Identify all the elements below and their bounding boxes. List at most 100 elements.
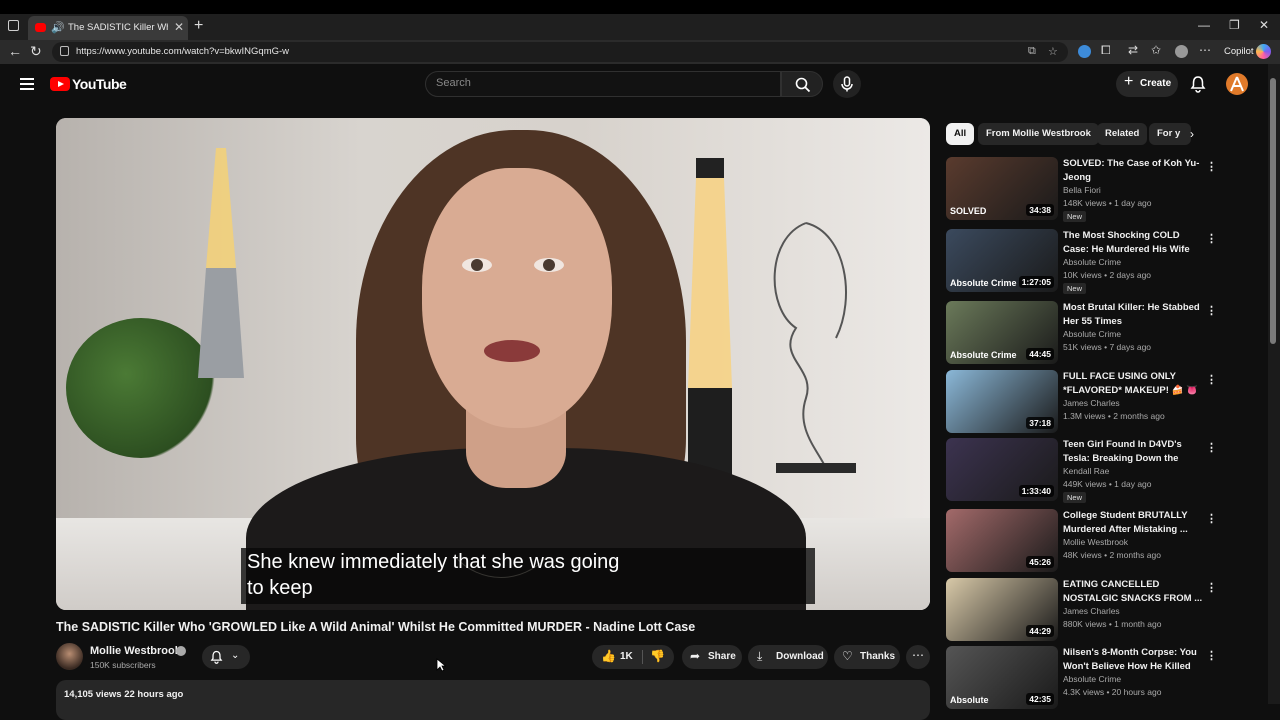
extension-icon[interactable] <box>1078 45 1091 58</box>
new-tab-icon[interactable]: + <box>194 17 203 35</box>
address-bar[interactable]: https://www.youtube.com/watch?v=bkwINGqm… <box>52 42 1068 62</box>
recommendation-item[interactable]: Absolute Crime 1:27:05 The Most Shocking C… <box>946 229 1226 295</box>
recommendation-item[interactable]: Absolute Crime 44:45 Most Brutal Killer: H… <box>946 301 1226 367</box>
chip-related[interactable]: Related <box>1097 123 1148 145</box>
reload-icon[interactable]: ↻ <box>30 43 42 60</box>
search-box[interactable] <box>425 71 781 97</box>
recommendation-title[interactable]: The Most Shocking COLD Case: He Murdered… <box>1063 229 1203 256</box>
recommendation-channel-name[interactable]: Mollie Westbrook <box>1063 537 1128 547</box>
description-box[interactable]: 14,105 views 22 hours ago <box>56 680 930 720</box>
more-vertical-icon[interactable]: ⋮ <box>1206 649 1217 662</box>
more-vertical-icon[interactable]: ⋮ <box>1206 304 1217 317</box>
copilot-label[interactable]: Copilot <box>1224 46 1254 57</box>
create-button[interactable]: + Create <box>1116 71 1178 97</box>
recommendation-channel-name[interactable]: Absolute Crime <box>1063 674 1121 684</box>
recommendation-channel-name[interactable]: Kendall Rae <box>1063 466 1109 476</box>
more-options-icon[interactable]: ⋯ <box>1199 43 1211 57</box>
recommendation-thumbnail[interactable]: 37:18 <box>946 370 1058 433</box>
download-button[interactable]: ⤓ Download <box>748 645 828 669</box>
recommendation-channel[interactable]: Absolute Crime <box>1063 329 1121 339</box>
profile-icon[interactable] <box>1175 45 1188 58</box>
recommendation-thumbnail[interactable]: Absolute Crime 1:27:05 <box>946 229 1058 292</box>
recommendation-thumbnail[interactable]: 44:29 <box>946 578 1058 641</box>
channel-name[interactable]: Mollie Westbrook <box>90 645 181 657</box>
video-player[interactable]: She knew immediately that she was going … <box>56 118 930 610</box>
hamburger-menu-icon[interactable] <box>20 78 34 90</box>
notifications-bell-icon[interactable] <box>1190 75 1206 93</box>
extensions-puzzle-icon[interactable]: ⧠ <box>1101 43 1111 58</box>
scrollbar-thumb[interactable] <box>1270 78 1276 344</box>
recommendation-channel[interactable]: Mollie Westbrook <box>1063 537 1128 547</box>
site-info-icon[interactable] <box>60 46 69 56</box>
recommendation-thumbnail[interactable]: Absolute 42:35 <box>946 646 1058 709</box>
recommendation-title[interactable]: Nilsen's 8-Month Corpse: You Won't Belie… <box>1063 646 1203 673</box>
more-vertical-icon[interactable]: ⋮ <box>1206 441 1217 454</box>
recommendation-channel[interactable]: Bella Fiori <box>1063 185 1101 195</box>
recommendation-title[interactable]: FULL FACE USING ONLY *FLAVORED* MAKEUP! … <box>1063 370 1203 397</box>
restore-icon[interactable]: ❐ <box>1229 18 1240 32</box>
recommendation-title[interactable]: EATING CANCELLED NOSTALGIC SNACKS FROM .… <box>1063 578 1203 605</box>
search-button[interactable] <box>781 71 823 97</box>
subscription-bell-button[interactable]: ⌄ <box>202 645 250 669</box>
thumbs-up-icon[interactable]: 👍 <box>601 649 616 663</box>
favorites-icon[interactable]: ✩ <box>1151 43 1161 57</box>
thumbs-down-icon[interactable]: 👎 <box>650 649 665 663</box>
scrollbar[interactable] <box>1268 64 1280 704</box>
recommendation-item[interactable]: Absolute 42:35 Nilsen's 8-Month Corpse: Yo… <box>946 646 1226 712</box>
audio-playing-icon[interactable]: 🔊 <box>51 21 65 34</box>
recommendation-channel[interactable]: James Charles <box>1063 606 1120 616</box>
youtube-logo-text[interactable]: YouTube <box>72 76 127 92</box>
recommendation-channel[interactable]: Kendall Rae <box>1063 466 1109 476</box>
minimize-icon[interactable]: — <box>1198 18 1210 32</box>
recommendation-channel-name[interactable]: James Charles <box>1063 606 1120 616</box>
favorite-star-icon[interactable]: ☆ <box>1048 45 1058 58</box>
more-vertical-icon[interactable]: ⋮ <box>1206 160 1217 173</box>
more-vertical-icon[interactable]: ⋮ <box>1206 581 1217 594</box>
tab-close-icon[interactable]: ✕ <box>174 20 184 34</box>
recommendation-item[interactable]: 44:29 EATING CANCELLED NOSTALGIC SNACKS F… <box>946 578 1226 644</box>
like-count[interactable]: 1K <box>620 651 633 662</box>
account-avatar[interactable] <box>1226 73 1248 95</box>
recommendation-channel[interactable]: James Charles <box>1063 398 1120 408</box>
recommendation-item[interactable]: 37:18 FULL FACE USING ONLY *FLAVORED* MAK… <box>946 370 1226 436</box>
recommendation-item[interactable]: 45:26 College Student BRUTALLY Murdered A… <box>946 509 1226 575</box>
recommendation-title[interactable]: College Student BRUTALLY Murdered After … <box>1063 509 1203 536</box>
recommendation-thumbnail[interactable]: Absolute Crime 44:45 <box>946 301 1058 364</box>
recommendation-title[interactable]: Teen Girl Found In D4VD's Tesla: Breakin… <box>1063 438 1203 465</box>
recommendation-channel[interactable]: Absolute Crime <box>1063 257 1121 267</box>
copilot-icon[interactable] <box>1256 44 1271 59</box>
thanks-button[interactable]: ♡ Thanks <box>834 645 900 669</box>
recommendation-title[interactable]: Most Brutal Killer: He Stabbed Her 55 Ti… <box>1063 301 1203 328</box>
back-icon[interactable]: ← <box>8 43 22 59</box>
search-input[interactable] <box>436 77 766 89</box>
more-actions-button[interactable]: ⋯ <box>906 645 930 669</box>
recommendation-thumbnail[interactable]: SOLVED 34:38 <box>946 157 1058 220</box>
recommendation-channel-name[interactable]: Bella Fiori <box>1063 185 1101 195</box>
youtube-logo-icon[interactable] <box>50 77 70 91</box>
url-text[interactable]: https://www.youtube.com/watch?v=bkwINGqm… <box>76 46 289 57</box>
window-menu-icon[interactable] <box>8 20 19 31</box>
chevron-right-icon[interactable]: › <box>1190 127 1194 141</box>
recommendation-thumbnail[interactable]: 1:33:40 <box>946 438 1058 501</box>
more-vertical-icon[interactable]: ⋮ <box>1206 232 1217 245</box>
chip-all[interactable]: All <box>946 123 975 145</box>
recommendation-channel-name[interactable]: James Charles <box>1063 398 1120 408</box>
recommendation-item[interactable]: 1:33:40 Teen Girl Found In D4VD's Tesla: … <box>946 438 1226 504</box>
browser-tab[interactable]: 🔊 The SADISTIC Killer Who 'GR ✕ <box>28 16 188 40</box>
recommendation-channel-name[interactable]: Absolute Crime <box>1063 329 1121 339</box>
recommendation-channel[interactable]: Absolute Crime <box>1063 674 1121 684</box>
chip-from-channel[interactable]: From Mollie Westbrook <box>978 123 1099 145</box>
recommendation-channel-name[interactable]: Absolute Crime <box>1063 257 1121 267</box>
more-vertical-icon[interactable]: ⋮ <box>1206 512 1217 525</box>
more-vertical-icon[interactable]: ⋮ <box>1206 373 1217 386</box>
recommendation-item[interactable]: SOLVED 34:38 SOLVED: The Case of Koh Yu-Je… <box>946 157 1226 223</box>
voice-search-button[interactable] <box>833 70 861 98</box>
channel-avatar[interactable] <box>56 643 83 670</box>
app-available-icon[interactable]: ⧉ <box>1028 45 1036 58</box>
chip-for-you[interactable]: For y <box>1149 123 1191 145</box>
close-window-icon[interactable]: ✕ <box>1259 18 1269 32</box>
recommendation-title[interactable]: SOLVED: The Case of Koh Yu-Jeong <box>1063 157 1203 184</box>
recommendation-thumbnail[interactable]: 45:26 <box>946 509 1058 572</box>
share-button[interactable]: ➦ Share <box>682 645 742 669</box>
split-screen-icon[interactable]: ⇄ <box>1128 43 1138 57</box>
